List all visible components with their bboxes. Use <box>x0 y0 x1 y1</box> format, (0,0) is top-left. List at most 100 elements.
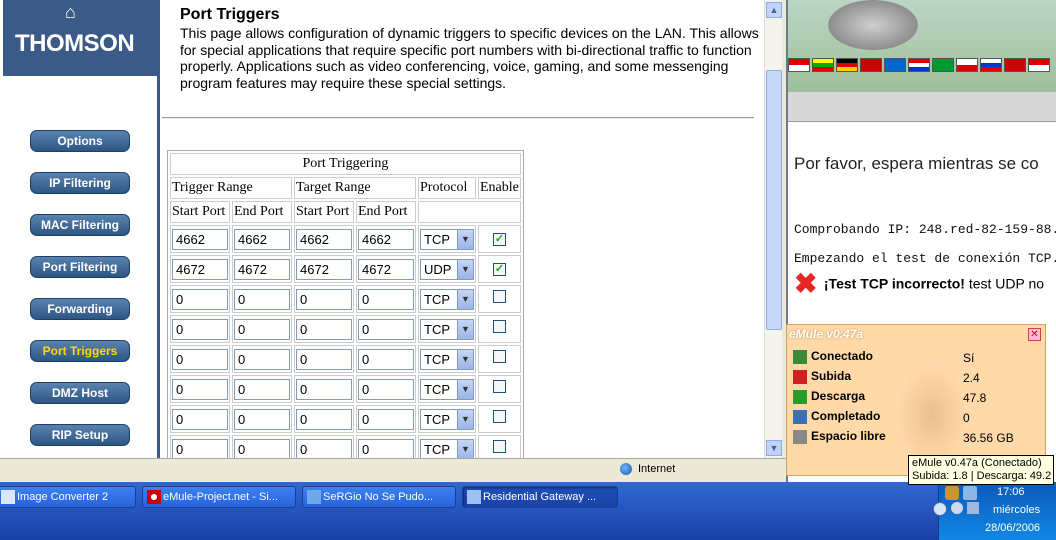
nav-mac-filtering-button[interactable]: MAC Filtering <box>30 214 130 236</box>
trigger-end-port-input[interactable]: 0 <box>234 378 290 400</box>
nav-forwarding-button[interactable]: Forwarding <box>30 298 130 320</box>
trigger-end-port-input[interactable]: 0 <box>234 408 290 430</box>
nav-dmz-host-button[interactable]: DMZ Host <box>30 382 130 404</box>
nav-port-triggers-button[interactable]: Port Triggers <box>30 340 130 362</box>
trigger-end-port-input[interactable]: 4672 <box>234 258 290 280</box>
chevron-down-icon[interactable]: ▼ <box>457 289 473 309</box>
protocol-select[interactable]: TCP ▼ <box>420 318 474 340</box>
trigger-start-port-input[interactable]: 4662 <box>172 228 228 250</box>
enable-checkbox[interactable] <box>492 410 506 423</box>
nav-port-filtering-button[interactable]: Port Filtering <box>30 256 130 278</box>
vertical-scrollbar[interactable]: ▲ ▼ <box>764 0 782 458</box>
flag-icon[interactable] <box>860 58 882 72</box>
network-tray-icon[interactable] <box>963 486 977 500</box>
task-image-converter[interactable]: Image Converter 2 <box>0 486 136 508</box>
task-residential-gateway[interactable]: Residential Gateway ... <box>462 486 618 508</box>
enable-checkbox[interactable] <box>492 440 506 453</box>
scroll-down-icon[interactable]: ▼ <box>766 440 782 456</box>
flag-icon[interactable] <box>932 58 954 72</box>
scroll-up-icon[interactable]: ▲ <box>766 2 782 18</box>
chevron-down-icon[interactable]: ▼ <box>457 379 473 399</box>
flag-icon[interactable] <box>812 58 834 72</box>
trigger-start-port-input[interactable]: 4672 <box>172 258 228 280</box>
trigger-start-port-input[interactable]: 0 <box>172 438 228 458</box>
protocol-value: TCP <box>424 321 450 337</box>
trigger-end-port-input[interactable]: 0 <box>234 288 290 310</box>
thomson-logo-mark-icon: ⌂ <box>65 2 76 22</box>
protocol-value: UDP <box>424 261 452 277</box>
target-end-port-input[interactable]: 0 <box>358 378 414 400</box>
clock[interactable]: 17:06 <box>997 486 1025 498</box>
nav-ip-filtering-button[interactable]: IP Filtering <box>30 172 130 194</box>
protocol-select[interactable]: UDP ▼ <box>420 258 474 280</box>
target-start-port-input[interactable]: 4672 <box>296 258 352 280</box>
target-start-port-input[interactable]: 0 <box>296 318 352 340</box>
enable-checkbox[interactable] <box>492 320 506 333</box>
task-label: Residential Gateway ... <box>483 491 597 503</box>
target-start-port-input[interactable]: 0 <box>296 438 352 458</box>
trigger-start-port-input[interactable]: 0 <box>172 288 228 310</box>
protocol-select[interactable]: TCP ▼ <box>420 348 474 370</box>
enable-checkbox[interactable]: ✓ <box>492 263 506 276</box>
flag-icon[interactable] <box>1004 58 1026 72</box>
enable-checkbox[interactable] <box>492 290 506 303</box>
target-end-port-input[interactable]: 0 <box>358 348 414 370</box>
protocol-select[interactable]: TCP ▼ <box>420 288 474 310</box>
enable-checkbox[interactable] <box>492 350 506 363</box>
page-title: Port Triggers <box>180 6 280 23</box>
udp-message: test UDP no <box>968 275 1045 292</box>
chevron-down-icon[interactable]: ▼ <box>457 349 473 369</box>
disk-icon <box>793 429 807 444</box>
trigger-end-port-input[interactable]: 0 <box>234 318 290 340</box>
trigger-start-port-input[interactable]: 0 <box>172 408 228 430</box>
scroll-thumb[interactable] <box>766 70 782 330</box>
task-emule-project[interactable]: eMule-Project.net - Si... <box>142 486 296 508</box>
trigger-end-port-input[interactable]: 4662 <box>234 228 290 250</box>
target-start-port-input[interactable]: 0 <box>296 378 352 400</box>
target-start-port-input[interactable]: 0 <box>296 348 352 370</box>
chevron-down-icon[interactable]: ▼ <box>457 229 473 249</box>
emule-tray-icon[interactable] <box>945 486 959 500</box>
flag-icon[interactable] <box>980 58 1002 72</box>
target-end-port-input[interactable]: 0 <box>358 408 414 430</box>
show-hidden-icons-icon[interactable] <box>933 502 947 516</box>
chevron-down-icon[interactable]: ▼ <box>457 409 473 429</box>
flag-icon[interactable] <box>788 58 810 72</box>
nav-options-button[interactable]: Options <box>30 130 130 152</box>
nav-rip-setup-button[interactable]: RIP Setup <box>30 424 130 446</box>
trigger-end-port-input[interactable]: 0 <box>234 438 290 458</box>
flag-icon[interactable] <box>884 58 906 72</box>
trigger-start-port-input[interactable]: 0 <box>172 348 228 370</box>
flag-icon[interactable] <box>956 58 978 72</box>
flag-icon[interactable] <box>908 58 930 72</box>
volume-tray-icon[interactable] <box>951 502 963 514</box>
trigger-start-port-input[interactable]: 0 <box>172 378 228 400</box>
protocol-select[interactable]: TCP ▼ <box>420 228 474 250</box>
users-tray-icon[interactable] <box>967 502 979 514</box>
close-icon[interactable]: ✕ <box>1028 328 1041 341</box>
trigger-end-port-input[interactable]: 0 <box>234 348 290 370</box>
target-start-port-input[interactable]: 4662 <box>296 228 352 250</box>
target-end-port-input[interactable]: 0 <box>358 438 414 458</box>
download-arrow-icon <box>793 389 807 404</box>
task-sergio[interactable]: SeRGio No Se Pudo... <box>302 486 456 508</box>
protocol-select[interactable]: TCP ▼ <box>420 378 474 400</box>
protocol-select[interactable]: TCP ▼ <box>420 438 474 458</box>
target-end-port-input[interactable]: 0 <box>358 318 414 340</box>
enable-checkbox[interactable]: ✓ <box>492 233 506 246</box>
table-row: 0 0 0 0 TCP ▼ <box>170 345 521 373</box>
chevron-down-icon[interactable]: ▼ <box>457 319 473 339</box>
flag-icon[interactable] <box>1028 58 1050 72</box>
target-start-port-input[interactable]: 0 <box>296 288 352 310</box>
emule-notification-popup[interactable]: eMule v0.47a ✕ Conectado Sí Subida 2.4 Desca… <box>786 324 1046 476</box>
target-end-port-input[interactable]: 4662 <box>358 228 414 250</box>
target-end-port-input[interactable]: 4672 <box>358 258 414 280</box>
enable-checkbox[interactable] <box>492 380 506 393</box>
trigger-start-port-input[interactable]: 0 <box>172 318 228 340</box>
target-start-port-input[interactable]: 0 <box>296 408 352 430</box>
target-end-port-input[interactable]: 0 <box>358 288 414 310</box>
chevron-down-icon[interactable]: ▼ <box>457 439 473 458</box>
chevron-down-icon[interactable]: ▼ <box>457 259 473 279</box>
flag-icon[interactable] <box>836 58 858 72</box>
protocol-select[interactable]: TCP ▼ <box>420 408 474 430</box>
